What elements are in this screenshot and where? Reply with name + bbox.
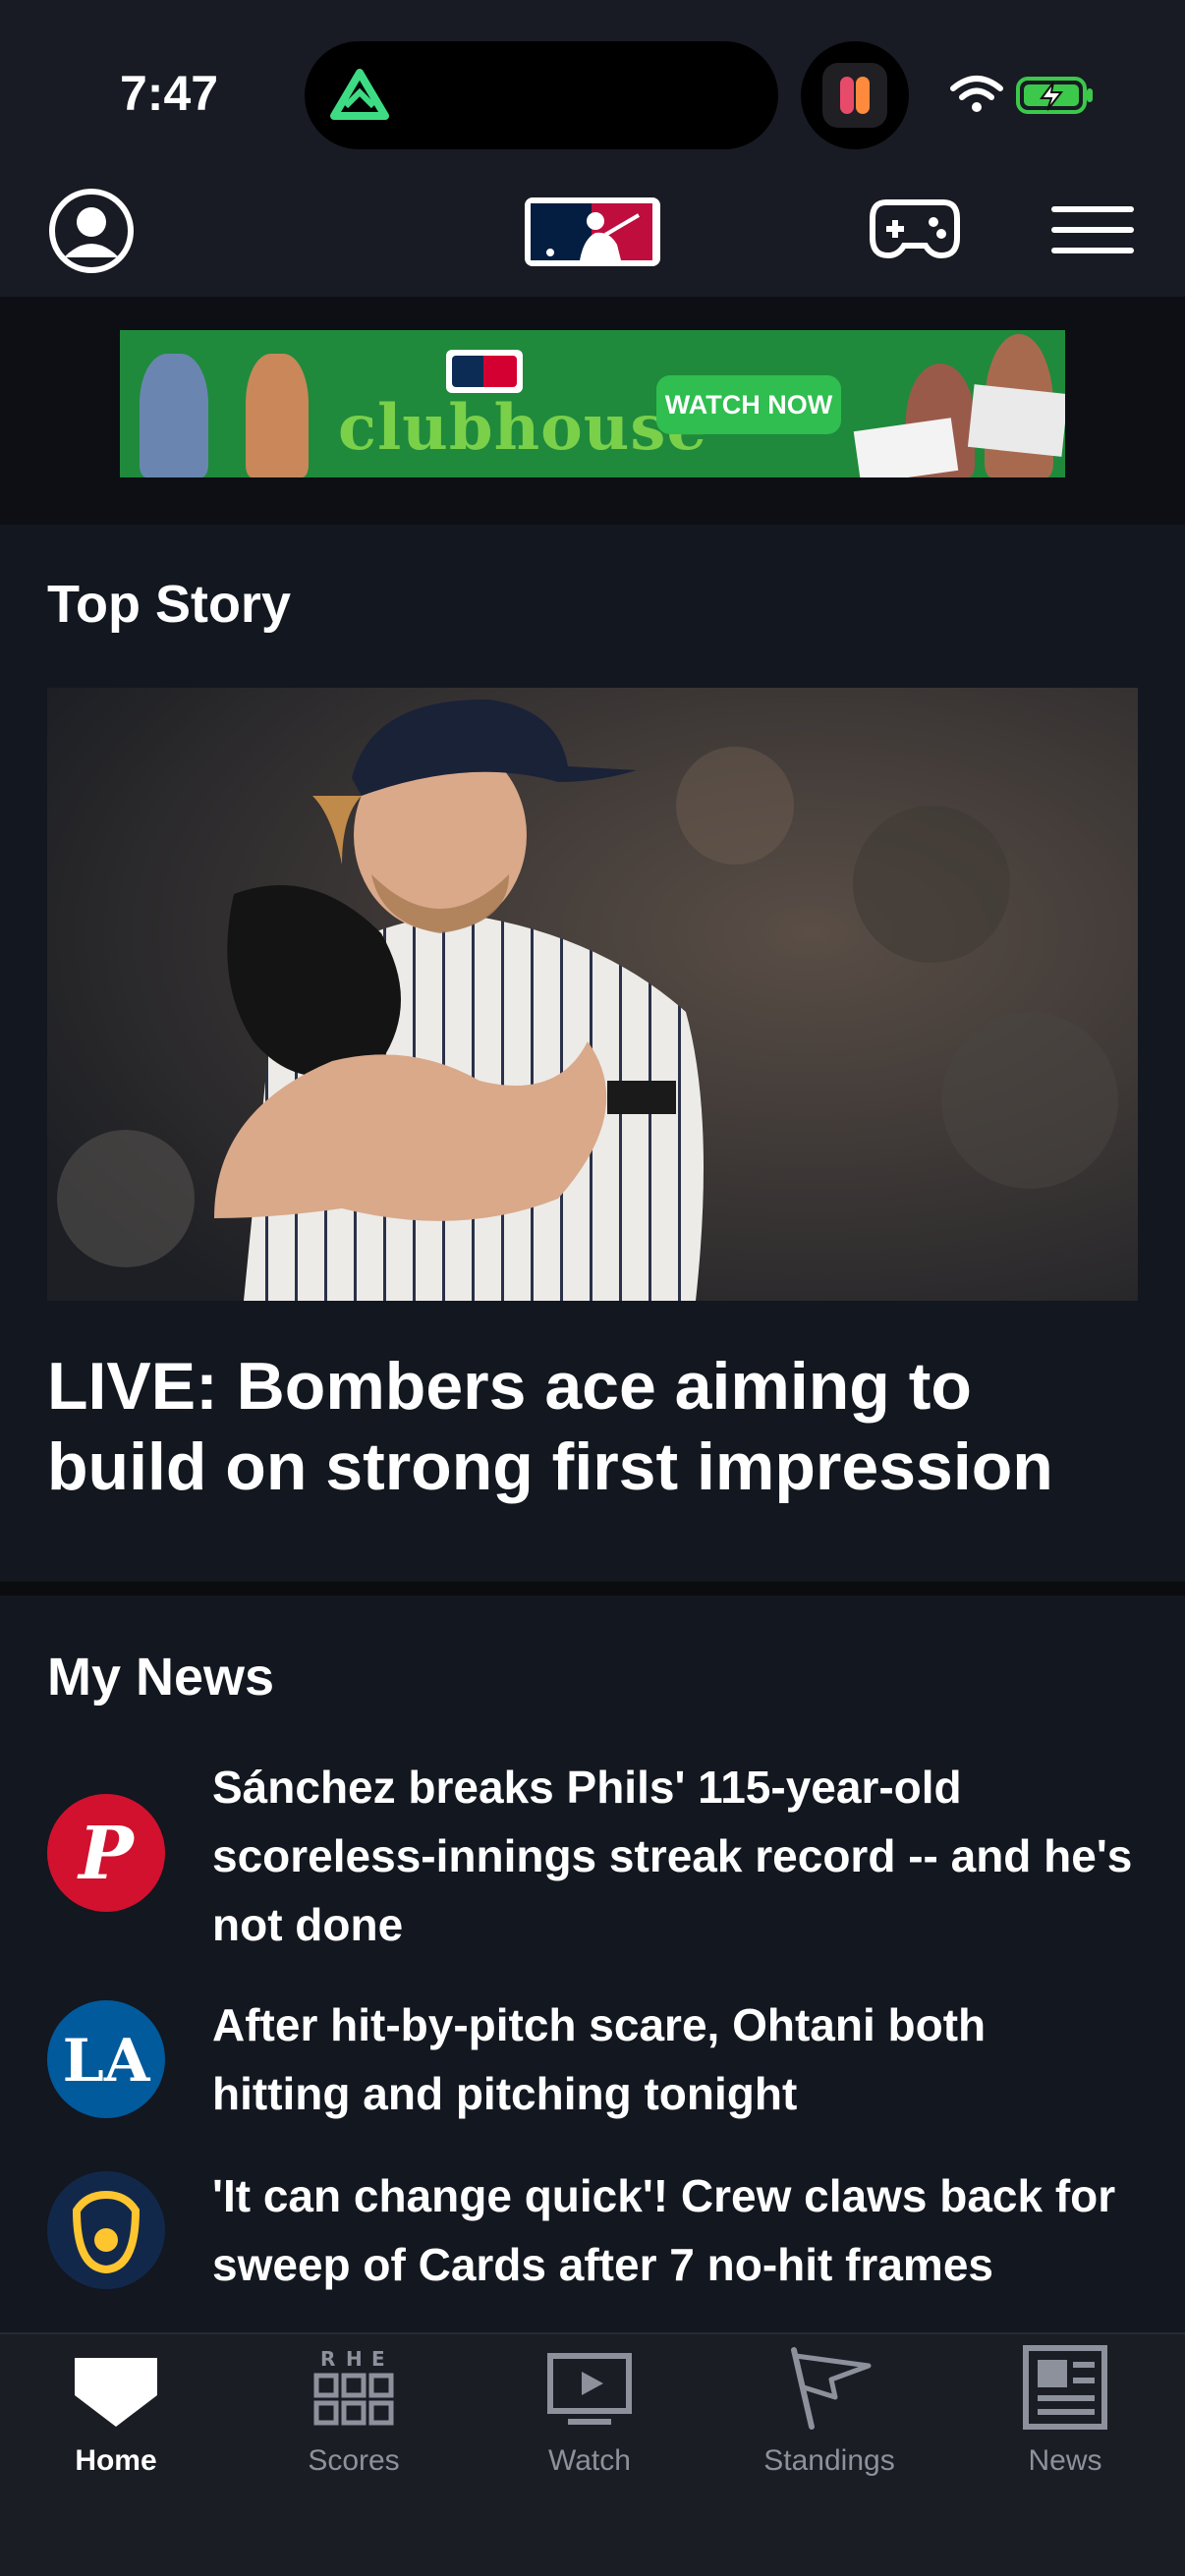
tab-label: Watch — [548, 2444, 631, 2477]
home-plate-icon — [75, 2358, 157, 2427]
dodgers-logo-icon: LA — [47, 2000, 165, 2118]
tab-home[interactable]: Home — [18, 2334, 214, 2492]
news-headline: 'It can change quick'! Crew claws back f… — [212, 2170, 1116, 2290]
tab-label: News — [1028, 2444, 1102, 2477]
hamburger-menu-icon — [1051, 206, 1134, 212]
bottom-tab-bar: Home R H E Scores Watch Standings News — [0, 2332, 1185, 2576]
ad-sign-graphic — [853, 418, 959, 477]
ad-strip: clubhouse WATCH NOW — [0, 297, 1185, 525]
news-headline: Sánchez breaks Phils' 115-year-old score… — [212, 1762, 1133, 1950]
status-bar: 7:47 — [0, 0, 1185, 177]
svg-text:LA: LA — [63, 2027, 151, 2096]
phillies-logo-icon: P — [47, 1794, 165, 1912]
profile-button[interactable] — [47, 187, 136, 275]
live-activity-indicator — [801, 41, 909, 149]
top-story-title: Top Story — [47, 575, 291, 634]
section-divider — [0, 1582, 1185, 1596]
tab-scores[interactable]: R H E Scores — [255, 2334, 452, 2492]
watch-play-icon — [547, 2353, 632, 2425]
tab-watch[interactable]: Watch — [491, 2334, 688, 2492]
svg-text:P: P — [77, 1812, 136, 1896]
games-button[interactable] — [869, 195, 961, 263]
watch-now-button[interactable]: WATCH NOW — [656, 375, 841, 434]
status-time: 7:47 — [120, 66, 219, 121]
app-badge-icon — [822, 63, 887, 128]
standings-flag-icon — [791, 2347, 872, 2430]
brewers-logo-icon — [47, 2171, 165, 2289]
news-icon — [1023, 2345, 1107, 2430]
mlb-small-logo — [446, 350, 523, 393]
svg-text:E: E — [371, 2347, 385, 2371]
news-headline: After hit-by-pitch scare, Ohtani both hi… — [212, 1999, 987, 2119]
app-header — [0, 177, 1185, 297]
navigation-app-icon — [330, 69, 389, 120]
menu-button[interactable] — [1047, 200, 1138, 259]
ad-sign-graphic — [967, 384, 1065, 457]
top-story-section: Top Story LIVE: Bombers ace aiming to bu… — [0, 525, 1185, 1582]
tab-label: Standings — [763, 2444, 895, 2477]
news-item[interactable]: 'It can change quick'! Crew claws back f… — [0, 2161, 1185, 2309]
news-item[interactable]: LA After hit-by-pitch scare, Ohtani both… — [0, 1990, 1185, 2128]
top-story-image[interactable] — [47, 688, 1138, 1301]
dynamic-island — [305, 41, 778, 149]
tab-label: Home — [75, 2444, 157, 2477]
tab-standings[interactable]: Standings — [731, 2334, 928, 2492]
ad-brand-text: clubhouse — [338, 391, 708, 465]
user-circle-icon — [49, 189, 134, 273]
news-item[interactable]: P Sánchez breaks Phils' 115-year-old sco… — [0, 1753, 1185, 1959]
svg-text:R: R — [320, 2347, 335, 2371]
ad-character-illustration — [140, 354, 208, 477]
scores-grid-icon: R H E — [313, 2347, 394, 2426]
tab-label: Scores — [308, 2444, 400, 2477]
my-news-title: My News — [47, 1648, 275, 1707]
top-story-headline[interactable]: LIVE: Bombers ace aiming to build on str… — [47, 1346, 1138, 1507]
svg-text:H: H — [346, 2347, 363, 2371]
wifi-icon — [950, 76, 1003, 112]
ad-character-illustration — [246, 354, 309, 477]
tab-news[interactable]: News — [967, 2334, 1163, 2492]
my-news-section: My News P Sánchez breaks Phils' 115-year… — [0, 1596, 1185, 2332]
battery-charging-icon — [1016, 77, 1093, 114]
clubhouse-ad-banner[interactable]: clubhouse WATCH NOW — [120, 330, 1065, 477]
gamepad-icon — [870, 199, 960, 259]
mlb-logo[interactable] — [523, 196, 662, 268]
